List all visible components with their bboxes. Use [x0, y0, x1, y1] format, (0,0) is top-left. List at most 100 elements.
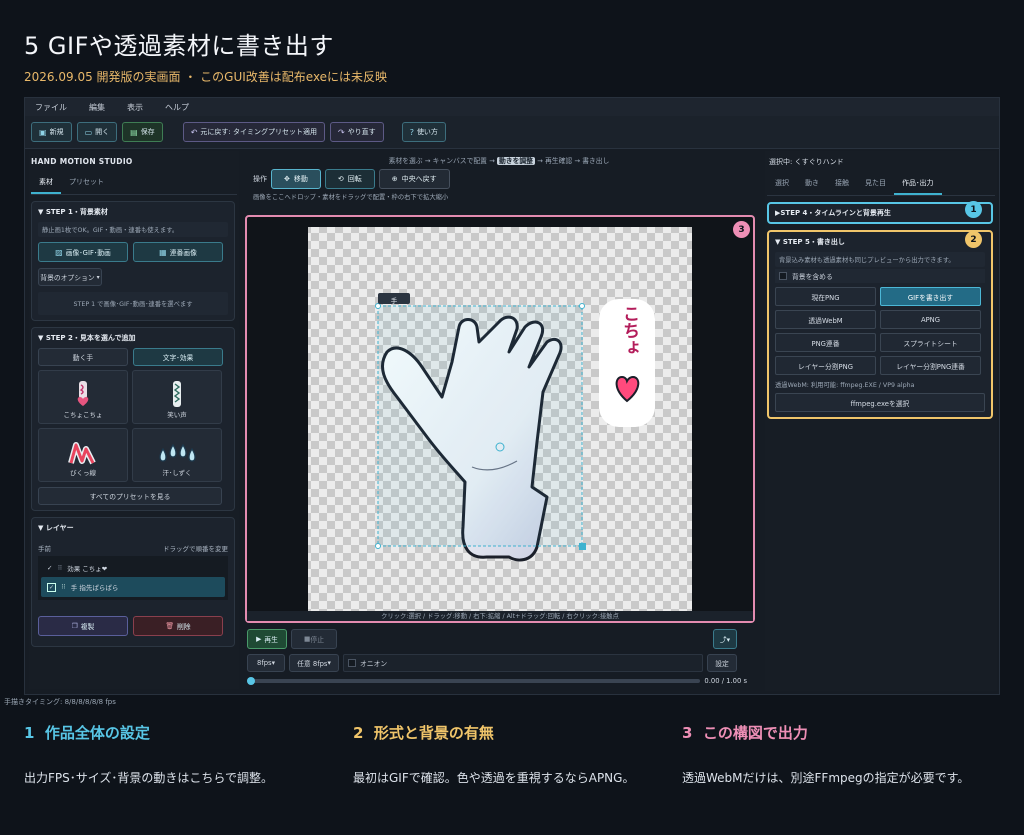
move-mode-button[interactable]: ✥ 移動: [271, 169, 321, 189]
export-png-button[interactable]: 現在PNG: [775, 287, 876, 306]
fps-select[interactable]: 8fps ▾: [247, 654, 285, 672]
checkbox[interactable]: [779, 272, 787, 280]
rotate-mode-button[interactable]: ⟲ 回転: [324, 169, 375, 189]
operation-bar: 操作 ✥ 移動 ⟲ 回転 ⊕ 中央へ戻す: [243, 169, 755, 189]
app-name: HAND MOTION STUDIO: [31, 157, 133, 166]
footer-text-1: 出力FPS･サイズ･背景の動きはこちらで調整。: [24, 771, 274, 785]
preset-startle-lines[interactable]: びくっ線: [38, 428, 128, 482]
bg-options-button[interactable]: 背景のオプション ▾: [38, 268, 102, 286]
callout-badge-1: 1: [965, 201, 982, 218]
layer-row-selected[interactable]: ✓ ⠿ 手 指先ぱらぱら: [41, 577, 225, 597]
preset-sweat[interactable]: 汗･しずく: [132, 428, 222, 482]
preset-kochokocho[interactable]: こちょこちょ: [38, 370, 128, 424]
laugh-icon: [173, 381, 181, 407]
step4-section[interactable]: ▶ STEP 4・タイムラインと背景再生: [767, 202, 993, 224]
tab-motion[interactable]: 動き: [797, 173, 827, 195]
image-icon: ▨: [55, 247, 63, 257]
custom-fps-select[interactable]: 任意 8fps ▾: [289, 654, 339, 672]
hand-label: 手: [390, 297, 398, 305]
step1-section: ▼ STEP 1・背景素材 静止画1枚でOK。GIF・動画・連番も使えます。 ▨…: [31, 201, 235, 321]
export-apng-button[interactable]: APNG: [880, 310, 981, 329]
corner-handle[interactable]: [375, 543, 381, 549]
drag-handle-icon[interactable]: ⠿: [61, 583, 66, 591]
export-layer-png-button[interactable]: レイヤー分割PNG: [775, 356, 876, 375]
export-gif-button[interactable]: GIFを書き出す: [880, 287, 981, 306]
menu-view[interactable]: 表示: [127, 102, 143, 112]
undo-button[interactable]: ↶ 元に戻す: タイミングプリセット適用: [182, 122, 325, 142]
layer-front-label: 手前: [38, 545, 51, 553]
checkbox-checked-icon[interactable]: ✓: [47, 582, 57, 592]
play-button[interactable]: ▶ 再生: [247, 629, 287, 649]
tab-assets[interactable]: 素材: [31, 172, 61, 194]
save-button[interactable]: ▤ 保存: [122, 122, 163, 142]
step1-title: ▼ STEP 1・背景素材: [38, 208, 108, 216]
export-menu-button[interactable]: ⤴▾: [713, 629, 737, 649]
sticker-text: こちょ: [619, 305, 639, 356]
open-button[interactable]: ▭ 開く: [76, 122, 118, 142]
tab-presets[interactable]: プリセット: [61, 172, 112, 194]
include-bg-toggle[interactable]: 背景を含める: [775, 269, 985, 283]
tab-text-effect[interactable]: 文字･効果: [133, 348, 223, 366]
center-panel: 素材を選ぶ → キャンバスで配置 → 動きを調整 → 再生確認 → 書き出し 操…: [243, 151, 755, 691]
checkbox[interactable]: [348, 659, 356, 667]
tab-contact[interactable]: 接触: [827, 173, 857, 195]
settings-button[interactable]: 設定: [707, 654, 737, 672]
tab-appearance[interactable]: 見た目: [857, 173, 894, 195]
preview-canvas[interactable]: 手 こちょ クリック:選択 / ドラッグ:移動 / 右下:拡縮 / Alt+ドラ…: [245, 215, 755, 623]
layers-section: ▼ レイヤー 手前 ドラッグで順番を変更 ✓ ⠿ 効果 こちょ❤ ✓ ⠿ 手 指先ぱらぱら…: [31, 517, 235, 647]
undo-icon: ↶: [190, 127, 198, 137]
resize-handle[interactable]: [579, 543, 586, 550]
layers-title: ▼ レイヤー: [38, 524, 74, 532]
sequence-icon: ▦: [159, 247, 167, 257]
export-spritesheet-button[interactable]: スプライトシート: [880, 333, 981, 352]
tab-hand[interactable]: 動く手: [38, 348, 128, 366]
collapse-icon[interactable]: ▼: [775, 238, 783, 246]
corner-handle[interactable]: [579, 303, 585, 309]
redo-button[interactable]: ↷ やり直す: [329, 122, 384, 142]
rotate-icon: ⟲: [337, 175, 344, 183]
timeline-handle[interactable]: [247, 677, 255, 685]
onion-toggle[interactable]: オニオン: [343, 654, 703, 672]
new-button[interactable]: ▣ 新規: [31, 122, 72, 142]
folder-icon: ▭: [84, 127, 93, 137]
tab-output[interactable]: 作品･出力: [894, 173, 942, 195]
kochokocho-icon: [77, 381, 89, 406]
preset-laugh[interactable]: 笑い声: [132, 370, 222, 424]
check-icon[interactable]: ✓: [47, 564, 52, 572]
canvas-svg: [308, 227, 692, 611]
menu-edit[interactable]: 編集: [89, 102, 105, 112]
select-ffmpeg-button[interactable]: ffmpeg.exeを選択: [775, 393, 985, 412]
help-button[interactable]: ? 使い方: [401, 122, 446, 142]
center-reset-button[interactable]: ⊕ 中央へ戻す: [378, 169, 450, 189]
footer-col-1: 1 作品全体の設定 出力FPS･サイズ･背景の動きはこちらで調整。: [24, 722, 344, 786]
footer-heading-2: 2 形式と背景の有無: [353, 724, 494, 742]
collapse-icon[interactable]: ▼: [38, 334, 46, 342]
import-sequence-button[interactable]: ▦ 連番画像: [133, 242, 223, 262]
import-image-button[interactable]: ▨ 画像･GIF･動画: [38, 242, 128, 262]
playback-controls: ▶ 再生 ■ 停止 ⤴▾ 8fps ▾ 任意 8fps ▾ オニオン 設定 0.00 …: [247, 629, 755, 685]
duplicate-layer-button[interactable]: ❐ 複製: [38, 616, 128, 636]
left-panel: HAND MOTION STUDIO 素材 プリセット ▼ STEP 1・背景素…: [29, 151, 239, 689]
export-webm-button[interactable]: 透過WebM: [775, 310, 876, 329]
chevron-down-icon: ▾: [327, 659, 331, 667]
redo-icon: ↷: [337, 127, 345, 137]
layer-row[interactable]: ✓ ⠿ 効果 こちょ❤: [41, 559, 225, 577]
duplicate-icon: ❐: [71, 622, 78, 630]
tab-select[interactable]: 選択: [767, 173, 797, 195]
all-presets-button[interactable]: すべてのプリセットを見る: [38, 487, 222, 505]
menu-file[interactable]: ファイル: [35, 102, 67, 112]
selection-box[interactable]: [377, 305, 583, 547]
sweat-icon: [159, 443, 196, 462]
crosshair-icon: ⊕: [391, 175, 398, 183]
left-tabs: 素材 プリセット: [31, 172, 237, 195]
export-png-sequence-button[interactable]: PNG連番: [775, 333, 876, 352]
menu-help[interactable]: ヘルプ: [165, 102, 189, 112]
stop-button[interactable]: ■ 停止: [291, 629, 337, 649]
collapse-icon[interactable]: ▼: [38, 208, 46, 216]
delete-layer-button[interactable]: 🗑 削除: [133, 616, 223, 636]
drag-handle-icon[interactable]: ⠿: [57, 564, 62, 572]
startle-lines-icon: [68, 442, 96, 465]
export-layer-png-sequence-button[interactable]: レイヤー分割PNG連番: [880, 356, 981, 375]
timeline-slider[interactable]: [247, 677, 701, 685]
collapse-icon[interactable]: ▼: [38, 524, 46, 532]
